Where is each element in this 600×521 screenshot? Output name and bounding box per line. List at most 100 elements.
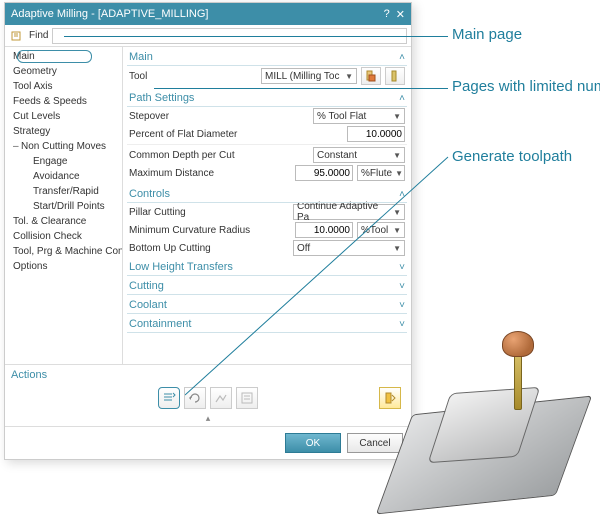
pfd-input[interactable] xyxy=(347,126,405,142)
maxdist-unit-dropdown[interactable]: %Flute ▼ xyxy=(357,165,405,181)
tool-dropdown[interactable]: MILL (Milling Toc ▼ xyxy=(261,68,357,84)
tree-item-geometry[interactable]: Geometry xyxy=(5,64,122,79)
chevron-down-icon: ▼ xyxy=(395,169,403,178)
tool-info-button[interactable] xyxy=(361,67,381,85)
row-bottom-up: Bottom Up Cutting Off ▼ xyxy=(127,239,407,257)
section-head-controls[interactable]: Controls ˄ xyxy=(127,186,407,203)
label-stepover: Stepover xyxy=(129,111,309,122)
section-title-path: Path Settings xyxy=(129,92,194,104)
tree-item-tool-prg-machine[interactable]: Tool, Prg & Machine Control xyxy=(5,244,122,259)
section-title-controls: Controls xyxy=(129,188,170,200)
actions-area: Actions ▴ xyxy=(5,364,411,426)
section-head-path[interactable]: Path Settings ˄ xyxy=(127,90,407,107)
mcr-unit: %Tool xyxy=(361,225,388,236)
row-pillar-cutting: Pillar Cutting Continue Adaptive Pa ▼ xyxy=(127,203,407,221)
close-icon[interactable]: ✕ xyxy=(396,8,405,21)
chevron-down-icon: ˅ xyxy=(399,319,405,330)
callout-main-page: Main page xyxy=(452,26,522,43)
chevron-down-icon: ▼ xyxy=(393,112,401,121)
tree-item-collision-check[interactable]: Collision Check xyxy=(5,229,122,244)
dialog-body: Main Geometry Tool Axis Feeds & Speeds C… xyxy=(5,47,411,364)
part-illustration xyxy=(384,325,594,515)
section-head-main[interactable]: Main ˄ xyxy=(127,49,407,66)
generate-toolpath-button[interactable] xyxy=(158,387,180,409)
label-buc: Bottom Up Cutting xyxy=(129,243,289,254)
tree-item-non-cutting-moves[interactable]: Non Cutting Moves xyxy=(5,139,122,154)
maxdist-unit: %Flute xyxy=(361,168,392,179)
section-head-cutting[interactable]: Cutting ˅ xyxy=(127,278,407,295)
callout-line xyxy=(154,88,448,89)
callout-generate-toolpath: Generate toolpath xyxy=(452,148,572,165)
depth-dropdown[interactable]: Constant ▼ xyxy=(313,147,405,163)
window-title: Adaptive Milling - [ADAPTIVE_MILLING] xyxy=(11,8,378,20)
tree-item-start-drill-points[interactable]: Start/Drill Points xyxy=(5,199,122,214)
show-result-button[interactable] xyxy=(379,387,401,409)
mcr-input[interactable] xyxy=(295,222,353,238)
buc-dropdown[interactable]: Off ▼ xyxy=(293,240,405,256)
help-icon[interactable]: ? xyxy=(384,8,390,20)
section-title-cutting: Cutting xyxy=(129,280,164,292)
list-toolpath-button[interactable] xyxy=(236,387,258,409)
callout-line xyxy=(64,36,448,37)
label-tool: Tool xyxy=(129,71,257,82)
depth-value: Constant xyxy=(317,150,357,161)
section-title-containment: Containment xyxy=(129,318,191,330)
row-max-distance: Maximum Distance %Flute ▼ xyxy=(127,164,407,182)
find-icon xyxy=(9,28,25,44)
chevron-up-icon: ˄ xyxy=(399,189,405,200)
tree-item-engage[interactable]: Engage xyxy=(5,154,122,169)
pillar-dropdown[interactable]: Continue Adaptive Pa ▼ xyxy=(293,204,405,220)
tree-item-strategy[interactable]: Strategy xyxy=(5,124,122,139)
label-maxdist: Maximum Distance xyxy=(129,168,291,179)
chevron-down-icon: ▼ xyxy=(345,72,353,81)
label-mcr: Minimum Curvature Radius xyxy=(129,225,291,236)
chevron-up-icon: ˄ xyxy=(399,52,405,63)
actions-title: Actions xyxy=(11,367,405,383)
label-depth: Common Depth per Cut xyxy=(129,150,309,161)
verify-toolpath-button[interactable] xyxy=(210,387,232,409)
tool-dropdown-value: MILL (Milling Toc xyxy=(265,71,339,82)
tree-item-tool-axis[interactable]: Tool Axis xyxy=(5,79,122,94)
tree-item-cut-levels[interactable]: Cut Levels xyxy=(5,109,122,124)
tree-item-avoidance[interactable]: Avoidance xyxy=(5,169,122,184)
section-title-coolant: Coolant xyxy=(129,299,167,311)
section-head-coolant[interactable]: Coolant ˅ xyxy=(127,297,407,314)
expand-handle-icon[interactable]: ▴ xyxy=(11,413,405,424)
buc-value: Off xyxy=(297,243,310,254)
chevron-down-icon: ˅ xyxy=(399,262,405,273)
tree-item-main[interactable]: Main xyxy=(5,49,122,64)
page-tree: Main Geometry Tool Axis Feeds & Speeds C… xyxy=(5,47,123,364)
chevron-down-icon: ˅ xyxy=(399,281,405,292)
chevron-down-icon: ˅ xyxy=(399,300,405,311)
tree-item-options[interactable]: Options xyxy=(5,259,122,274)
label-pillar: Pillar Cutting xyxy=(129,207,289,218)
chevron-up-icon: ˄ xyxy=(399,93,405,104)
tree-item-feeds-speeds[interactable]: Feeds & Speeds xyxy=(5,94,122,109)
find-label: Find xyxy=(29,30,48,41)
row-stepover: Stepover % Tool Flat ▼ xyxy=(127,107,407,125)
stepover-value: % Tool Flat xyxy=(317,111,366,122)
ok-button[interactable]: OK xyxy=(285,433,341,453)
maxdist-input[interactable] xyxy=(295,165,353,181)
callout-limited-pages: Pages with limited number of settings xyxy=(452,78,600,96)
row-percent-flat-diameter: Percent of Flat Diameter xyxy=(127,125,407,143)
section-head-containment[interactable]: Containment ˅ xyxy=(127,316,407,333)
section-title-main: Main xyxy=(129,51,153,63)
dialog-footer: OK Cancel xyxy=(5,426,411,459)
mcr-unit-dropdown[interactable]: %Tool ▼ xyxy=(357,222,405,238)
chevron-down-icon: ▼ xyxy=(393,226,401,235)
chevron-down-icon: ▼ xyxy=(393,208,401,217)
row-min-curv-radius: Minimum Curvature Radius %Tool ▼ xyxy=(127,221,407,239)
tree-item-tol-clearance[interactable]: Tol. & Clearance xyxy=(5,214,122,229)
row-tool: Tool MILL (Milling Toc ▼ xyxy=(127,66,407,86)
label-pfd: Percent of Flat Diameter xyxy=(129,129,343,140)
pillar-value: Continue Adaptive Pa xyxy=(297,201,390,223)
tool-edit-button[interactable] xyxy=(385,67,405,85)
tree-item-transfer-rapid[interactable]: Transfer/Rapid xyxy=(5,184,122,199)
cancel-button[interactable]: Cancel xyxy=(347,433,403,453)
row-common-depth: Common Depth per Cut Constant ▼ xyxy=(127,146,407,164)
section-head-low-height[interactable]: Low Height Transfers ˅ xyxy=(127,259,407,276)
replay-toolpath-button[interactable] xyxy=(184,387,206,409)
titlebar: Adaptive Milling - [ADAPTIVE_MILLING] ? … xyxy=(5,3,411,25)
stepover-dropdown[interactable]: % Tool Flat ▼ xyxy=(313,108,405,124)
